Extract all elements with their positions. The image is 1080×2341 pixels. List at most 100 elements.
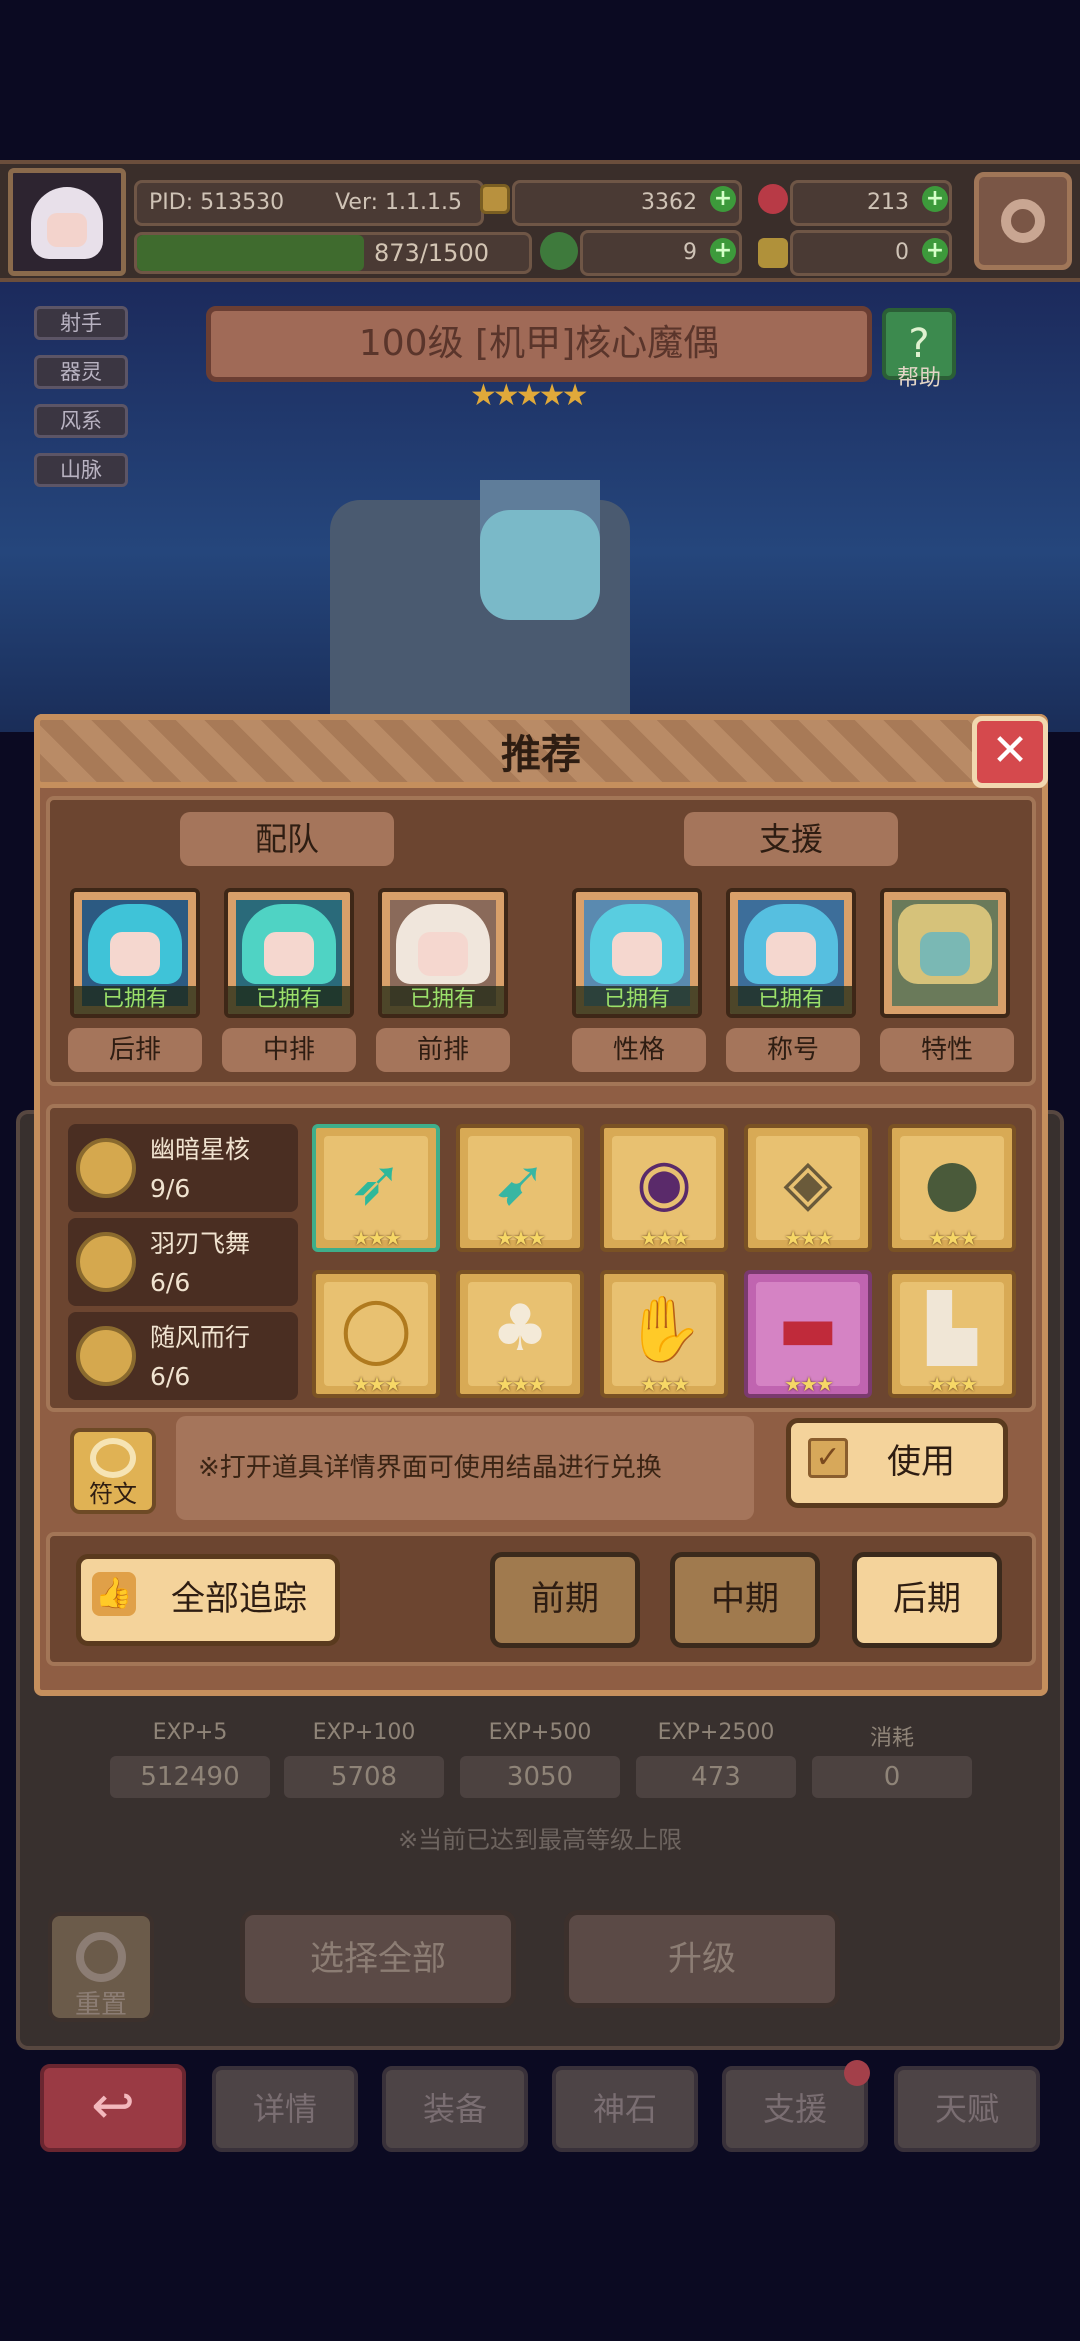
item-gem-core[interactable]: ◈ ★★★	[744, 1124, 872, 1252]
consume-value: 0	[812, 1756, 972, 1798]
back-button[interactable]: ↩	[40, 2064, 186, 2152]
max-level-note: ※当前已达到最高等级上限	[397, 1826, 683, 1854]
team-char-back[interactable]: 已拥有	[70, 888, 200, 1018]
set-name: 羽刃飞舞	[150, 1229, 251, 1258]
set-row-2[interactable]: 羽刃飞舞 6/6	[68, 1218, 298, 1306]
settings-button[interactable]	[974, 172, 1072, 270]
stage-early-button[interactable]: 前期	[490, 1552, 640, 1648]
add-gold-button[interactable]: +	[710, 186, 736, 212]
add-key-button[interactable]: +	[922, 238, 948, 264]
item-stars: ★★★	[784, 1226, 834, 1250]
item-stars: ★★★	[928, 1226, 978, 1250]
owned-badge: 已拥有	[228, 986, 350, 1014]
item-boots[interactable]: ▙ ★★★	[888, 1270, 1016, 1398]
gem-core-icon: ◈	[783, 1146, 833, 1220]
set-emblem-icon	[76, 1326, 136, 1386]
owned-badge: 已拥有	[730, 986, 852, 1014]
select-all-button[interactable]: 选择全部	[240, 1910, 516, 2008]
set-emblem-icon	[76, 1232, 136, 1292]
tag-terrain: 山脉	[34, 453, 128, 487]
owned-badge: 已拥有	[576, 986, 698, 1014]
item-stars: ★★★	[496, 1226, 546, 1250]
item-necklace[interactable]: ◉ ★★★	[600, 1124, 728, 1252]
tag-type: 器灵	[34, 355, 128, 389]
set-row-1[interactable]: 幽暗星核 9/6	[68, 1124, 298, 1212]
upgrade-button[interactable]: 升级	[564, 1910, 840, 2008]
back-arrow-icon: ↩	[91, 2076, 135, 2136]
exp-label-4: EXP+2500	[657, 1720, 775, 1745]
orb-icon: ●	[924, 1146, 980, 1220]
support-char-personality[interactable]: 已拥有	[572, 888, 702, 1018]
avatar-face	[47, 213, 87, 247]
char-face	[110, 932, 160, 976]
owned-badge: 已拥有	[382, 986, 504, 1014]
owned-badge: 已拥有	[74, 986, 196, 1014]
item-cloak[interactable]: ♣ ★★★	[456, 1270, 584, 1398]
reset-icon	[76, 1932, 126, 1982]
char-face	[766, 932, 816, 976]
item-stars: ★★★	[496, 1372, 546, 1396]
support-header: 支援	[684, 812, 898, 866]
team-char-middle[interactable]: 已拥有	[224, 888, 354, 1018]
char-face	[612, 932, 662, 976]
item-glove[interactable]: ✋ ★★★	[600, 1270, 728, 1398]
pid-and-version: PID: 513530 Ver: 1.1.1.5	[134, 180, 484, 226]
pid-text: PID: 513530	[149, 190, 285, 215]
reset-label: 重置	[74, 1990, 127, 2020]
support-position-personality: 性格	[572, 1028, 706, 1072]
item-stars: ★★★	[640, 1226, 690, 1250]
item-belt[interactable]: ▬ ★★★	[744, 1270, 872, 1398]
clover-value: 9	[683, 240, 697, 265]
set-row-3[interactable]: 随风而行 6/6	[68, 1312, 298, 1400]
item-stars: ★★★	[928, 1372, 978, 1396]
boots-icon: ▙	[927, 1292, 977, 1366]
support-char-trait[interactable]	[880, 888, 1010, 1018]
support-char-title[interactable]: 已拥有	[726, 888, 856, 1018]
exp-label-1: EXP+5	[152, 1720, 228, 1745]
item-orb[interactable]: ● ★★★	[888, 1124, 1016, 1252]
set-count: 9/6	[150, 1174, 191, 1203]
rune-label: 符文	[89, 1480, 137, 1508]
use-checkbox-icon[interactable]: ✓	[808, 1438, 848, 1478]
stage-late-button[interactable]: 后期	[852, 1552, 1002, 1648]
team-char-front[interactable]: 已拥有	[378, 888, 508, 1018]
item-ring[interactable]: ◯ ★★★	[312, 1270, 440, 1398]
glove-icon: ✋	[624, 1293, 704, 1367]
support-position-title: 称号	[726, 1028, 860, 1072]
item-bow[interactable]: ➶ ★★★	[312, 1124, 440, 1252]
close-button[interactable]: ✕	[972, 716, 1048, 788]
position-middle: 中排	[222, 1028, 356, 1072]
item-arrow[interactable]: ➹ ★★★	[456, 1124, 584, 1252]
hero-sprite	[330, 480, 630, 750]
notification-dot	[844, 2060, 870, 2086]
player-avatar[interactable]	[8, 168, 126, 276]
close-icon: ✕	[991, 725, 1029, 776]
nav-godstone[interactable]: 神石	[552, 2066, 698, 2152]
item-stars: ★★★	[640, 1372, 690, 1396]
exp-label-2: EXP+100	[312, 1720, 416, 1745]
nav-details[interactable]: 详情	[212, 2066, 358, 2152]
set-name: 幽暗星核	[150, 1135, 251, 1164]
char-face	[920, 932, 970, 976]
set-emblem-icon	[76, 1138, 136, 1198]
set-count: 6/6	[150, 1268, 191, 1297]
dialog-title: 推荐	[501, 732, 581, 778]
nav-talent[interactable]: 天赋	[894, 2066, 1040, 2152]
stage-mid-button[interactable]: 中期	[670, 1552, 820, 1648]
ring-icon: ◯	[340, 1292, 412, 1366]
item-stars: ★★★	[784, 1372, 834, 1396]
set-name: 随风而行	[150, 1323, 251, 1352]
team-header: 配队	[180, 812, 394, 866]
reset-button[interactable]: 重置	[48, 1912, 154, 2022]
add-clover-button[interactable]: +	[710, 238, 736, 264]
gem-value: 213	[867, 190, 909, 215]
nav-equipment[interactable]: 装备	[382, 2066, 528, 2152]
belt-icon: ▬	[777, 1292, 839, 1366]
gear-icon	[1001, 199, 1045, 243]
exp-value-1: 512490	[110, 1756, 270, 1798]
key-value: 0	[895, 240, 909, 265]
add-gem-button[interactable]: +	[922, 186, 948, 212]
exp-progress-text: 873/1500	[374, 239, 489, 267]
exchange-note: ※打开道具详情界面可使用结晶进行兑换	[176, 1416, 754, 1520]
item-stars: ★★★	[352, 1226, 402, 1250]
